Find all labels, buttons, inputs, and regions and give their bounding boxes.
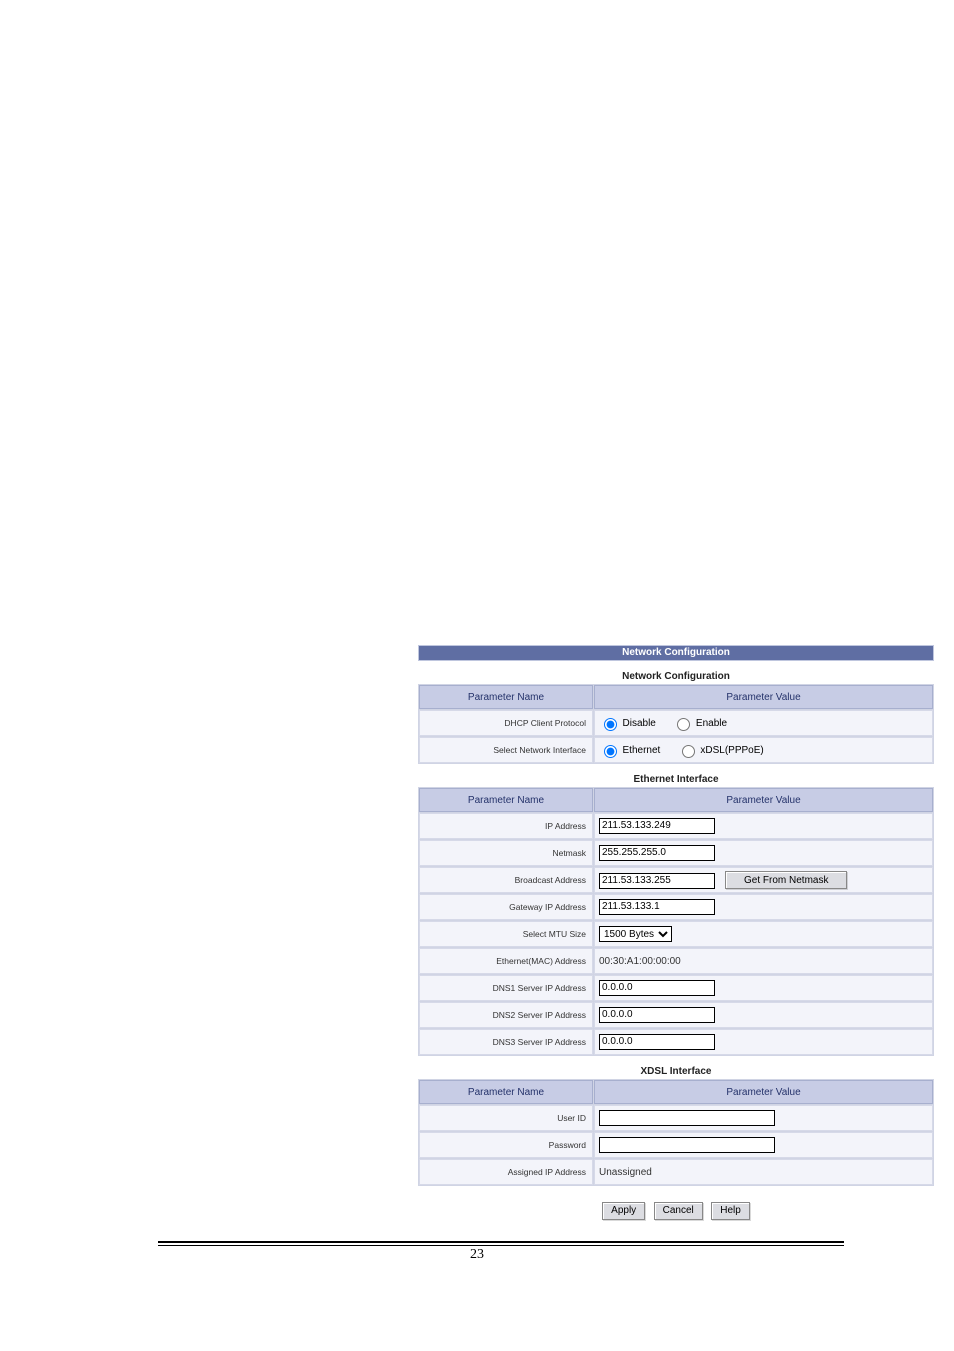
- page-number: 23: [0, 1247, 954, 1263]
- col-parameter-name: Parameter Name: [419, 685, 593, 709]
- network-config-heading: Network Configuration: [418, 671, 934, 682]
- ethernet-radio[interactable]: [604, 745, 617, 758]
- banner-title: Network Configuration: [418, 645, 934, 661]
- row-ip-address: IP Address: [419, 813, 933, 839]
- row-netmask: Netmask: [419, 840, 933, 866]
- row-dns1: DNS1 Server IP Address: [419, 975, 933, 1001]
- dhcp-label: DHCP Client Protocol: [419, 710, 593, 736]
- row-user-id: User ID: [419, 1105, 933, 1131]
- assigned-ip-value: Unassigned: [599, 1167, 652, 1178]
- gateway-label: Gateway IP Address: [419, 894, 593, 920]
- xdsl-table: Parameter Name Parameter Value User ID P…: [418, 1079, 934, 1186]
- dns3-input[interactable]: [599, 1034, 715, 1050]
- ip-label: IP Address: [419, 813, 593, 839]
- get-from-netmask-button[interactable]: Get From Netmask: [725, 871, 847, 889]
- row-dhcp-client-protocol: DHCP Client Protocol Disable Enable: [419, 710, 933, 736]
- ip-input[interactable]: [599, 818, 715, 834]
- row-select-network-interface: Select Network Interface Ethernet xDSL(P…: [419, 737, 933, 763]
- dhcp-enable-radio[interactable]: [677, 718, 690, 731]
- xdsl-radio-label: xDSL(PPPoE): [700, 745, 763, 756]
- netmask-label: Netmask: [419, 840, 593, 866]
- ethernet-radio-label: Ethernet: [623, 745, 661, 756]
- row-mac: Ethernet(MAC) Address 00:30:A1:00:00:00: [419, 948, 933, 974]
- row-dns3: DNS3 Server IP Address: [419, 1029, 933, 1055]
- netmask-input[interactable]: [599, 845, 715, 861]
- mac-value: 00:30:A1:00:00:00: [599, 956, 681, 967]
- mtu-label: Select MTU Size: [419, 921, 593, 947]
- dns1-input[interactable]: [599, 980, 715, 996]
- broadcast-label: Broadcast Address: [419, 867, 593, 893]
- ethernet-heading: Ethernet Interface: [418, 774, 934, 785]
- col-parameter-value: Parameter Value: [594, 788, 933, 812]
- dns2-label: DNS2 Server IP Address: [419, 1002, 593, 1028]
- row-mtu: Select MTU Size 1500 Bytes: [419, 921, 933, 947]
- row-password: Password: [419, 1132, 933, 1158]
- mtu-select[interactable]: 1500 Bytes: [599, 926, 672, 942]
- dhcp-disable-label: Disable: [623, 718, 656, 729]
- ethernet-table: Parameter Name Parameter Value IP Addres…: [418, 787, 934, 1056]
- network-config-panel: Network Configuration Network Configurat…: [418, 645, 934, 1220]
- dns3-label: DNS3 Server IP Address: [419, 1029, 593, 1055]
- xdsl-heading: XDSL Interface: [418, 1066, 934, 1077]
- button-row: Apply Cancel Help: [418, 1200, 934, 1220]
- help-button[interactable]: Help: [711, 1202, 750, 1220]
- broadcast-input[interactable]: [599, 873, 715, 889]
- user-id-input[interactable]: [599, 1110, 775, 1126]
- password-label: Password: [419, 1132, 593, 1158]
- cancel-button[interactable]: Cancel: [654, 1202, 703, 1220]
- table-header-row: Parameter Name Parameter Value: [419, 1080, 933, 1104]
- dhcp-value-cell: Disable Enable: [594, 710, 933, 736]
- dhcp-disable-radio[interactable]: [604, 718, 617, 731]
- col-parameter-value: Parameter Value: [594, 1080, 933, 1104]
- col-parameter-value: Parameter Value: [594, 685, 933, 709]
- dns2-input[interactable]: [599, 1007, 715, 1023]
- mac-label: Ethernet(MAC) Address: [419, 948, 593, 974]
- select-if-label: Select Network Interface: [419, 737, 593, 763]
- footer-rule: [158, 1241, 844, 1246]
- apply-button[interactable]: Apply: [602, 1202, 645, 1220]
- network-config-table: Parameter Name Parameter Value DHCP Clie…: [418, 684, 934, 764]
- col-parameter-name: Parameter Name: [419, 788, 593, 812]
- row-broadcast: Broadcast Address Get From Netmask: [419, 867, 933, 893]
- dhcp-enable-label: Enable: [696, 718, 727, 729]
- assigned-ip-label: Assigned IP Address: [419, 1159, 593, 1185]
- row-dns2: DNS2 Server IP Address: [419, 1002, 933, 1028]
- table-header-row: Parameter Name Parameter Value: [419, 685, 933, 709]
- row-assigned-ip: Assigned IP Address Unassigned: [419, 1159, 933, 1185]
- dns1-label: DNS1 Server IP Address: [419, 975, 593, 1001]
- select-if-value-cell: Ethernet xDSL(PPPoE): [594, 737, 933, 763]
- col-parameter-name: Parameter Name: [419, 1080, 593, 1104]
- table-header-row: Parameter Name Parameter Value: [419, 788, 933, 812]
- user-id-label: User ID: [419, 1105, 593, 1131]
- xdsl-radio[interactable]: [682, 745, 695, 758]
- row-gateway: Gateway IP Address: [419, 894, 933, 920]
- gateway-input[interactable]: [599, 899, 715, 915]
- page: Network Configuration Network Configurat…: [0, 0, 954, 1351]
- password-input[interactable]: [599, 1137, 775, 1153]
